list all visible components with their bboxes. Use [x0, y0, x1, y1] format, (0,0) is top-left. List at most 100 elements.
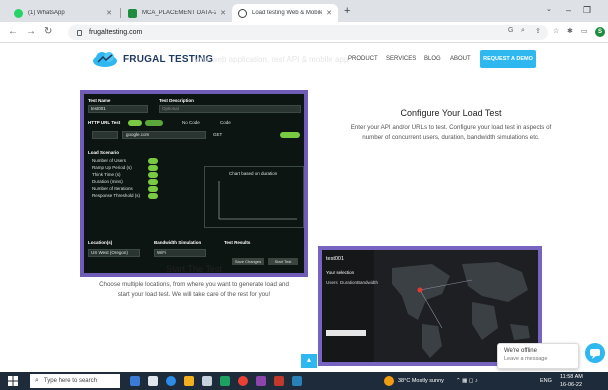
url-text: frugaltesting.com [89, 29, 143, 36]
store-icon[interactable] [202, 376, 212, 386]
column-bandwidth: Bandwidth [357, 280, 379, 285]
method-value: GET [213, 132, 223, 137]
address-bar[interactable]: frugaltesting.com [68, 25, 548, 40]
tab-title: Load testing Web & Mobile app [252, 10, 323, 16]
taskbar-search[interactable]: ⌕ Type here to search [30, 374, 120, 388]
column-users: Users [326, 280, 338, 285]
app-icon[interactable] [256, 376, 266, 386]
globe-icon [238, 8, 247, 18]
load-chart-preview: Chart based on duration [204, 166, 304, 228]
description-line: start your load test. We will take care … [117, 291, 271, 298]
language-indicator[interactable]: ENG [540, 378, 552, 384]
extensions-icon[interactable]: ✱ [567, 27, 573, 35]
minimize-icon[interactable]: – [566, 5, 571, 15]
task-view-icon[interactable] [130, 376, 140, 386]
zoom-icon[interactable]: ⌕ [521, 27, 525, 35]
description-line: Choose multiple locations, from where yo… [99, 281, 289, 288]
close-icon[interactable]: ✕ [106, 9, 112, 17]
results-label: Test Results [224, 240, 251, 245]
bookmark-star-icon[interactable]: ☆ [553, 27, 559, 35]
nav-item-about[interactable]: ABOUT [450, 56, 471, 62]
browser-tab-strip: (1) WhatsApp ✕ MCA_PLACEMENT DATA-2022-2… [0, 0, 608, 22]
load-value-pill [148, 193, 158, 199]
weather-icon [384, 376, 394, 386]
translate-icon[interactable]: G [508, 27, 513, 34]
close-icon[interactable]: ✕ [326, 9, 332, 17]
method-select [92, 131, 118, 139]
tab-frugal-testing[interactable]: Load testing Web & Mobile app ✕ [232, 4, 338, 22]
folder-icon[interactable] [184, 376, 194, 386]
dashboard-preview: Test Name Test Description test001 Optio… [84, 94, 304, 273]
hero-ghost-text: your web application, rest API & mobile … [194, 55, 349, 64]
clock-time[interactable]: 11:58 AM [560, 374, 583, 380]
request-demo-button[interactable]: REQUEST A DEMO [480, 50, 536, 68]
file-explorer-icon[interactable] [148, 376, 158, 386]
bandwidth-label: Bandwidth Simulation [154, 240, 202, 245]
load-row: Number of Iterations [92, 186, 133, 191]
sheets-icon [128, 8, 137, 18]
bandwidth-value: WiFi [157, 250, 166, 255]
forward-icon[interactable]: → [26, 26, 36, 37]
maximize-icon[interactable]: ❐ [583, 5, 591, 16]
new-tab-button[interactable]: + [344, 5, 350, 17]
load-row: Ramp Up Period (s) [92, 165, 132, 170]
description-line: number of concurrent users, duration, ba… [362, 134, 540, 141]
tab-search-icon[interactable]: ⌄ [546, 5, 552, 13]
share-icon[interactable]: ⇪ [535, 27, 541, 35]
nav-item-blog[interactable]: BLOG [424, 56, 441, 62]
toggle-pill [145, 120, 163, 126]
clock-date[interactable]: 16-06-22 [560, 382, 582, 388]
progress-bar [326, 330, 366, 336]
test-name-label: Test Name [88, 98, 111, 103]
start-test-description: Choose multiple locations, from where yo… [78, 280, 310, 300]
app-icon[interactable] [274, 376, 284, 386]
site-header: FRUGAL TESTING your web application, res… [0, 43, 608, 77]
search-icon: ⌕ [35, 377, 39, 384]
chat-bubble-icon[interactable] [585, 343, 605, 363]
windows-taskbar: ⌕ Type here to search 38°C Mostly sunny … [0, 372, 608, 390]
cloud-logo-icon [93, 52, 117, 67]
map-side-panel: test001 Your selection Users Duration Ba… [322, 250, 378, 362]
close-icon[interactable]: ✕ [220, 9, 226, 17]
configure-description: Enter your API and/or URLs to test. Conf… [310, 123, 592, 143]
profile-avatar[interactable]: S [595, 27, 605, 37]
location-value: US West (Oregon) [91, 250, 128, 255]
tab-whatsapp[interactable]: (1) WhatsApp ✕ [8, 4, 118, 22]
chat-status: We're offline [504, 348, 537, 354]
test-name-value: test001 [91, 106, 106, 111]
weather-text[interactable]: 38°C Mostly sunny [398, 378, 444, 384]
whatsapp-icon [14, 8, 23, 18]
description-field [159, 105, 301, 113]
excel-icon[interactable] [220, 376, 230, 386]
http-label: HTTP URL Test [88, 120, 121, 125]
tab-sheets[interactable]: MCA_PLACEMENT DATA-2022-2 ✕ [122, 4, 232, 22]
system-tray-icons[interactable]: ⌃ ▦ ◻ ♪ [456, 378, 478, 384]
search-placeholder: Type here to search [43, 378, 97, 384]
lock-icon [77, 29, 82, 36]
description-line: Enter your API and/or URLs to test. Conf… [350, 124, 552, 131]
nav-item-product[interactable]: PRODUCT [348, 56, 378, 62]
load-value-pill [148, 186, 158, 192]
url-value: google.com [126, 132, 150, 137]
reload-icon[interactable]: ↻ [44, 26, 52, 37]
load-value-pill [148, 172, 158, 178]
selection-label: Your selection [326, 270, 355, 275]
chat-prompt: Leave a message [504, 356, 548, 362]
chrome-icon[interactable] [238, 376, 248, 386]
description-label: Test Description [159, 98, 194, 103]
verify-pill [280, 132, 300, 138]
chat-widget-card[interactable]: We're offline Leave a message [497, 343, 579, 369]
tab-title: (1) WhatsApp [28, 10, 65, 16]
load-row: Duration (mins) [92, 179, 123, 184]
load-value-pill [148, 179, 158, 185]
edge-icon[interactable] [166, 376, 176, 386]
scroll-to-top-button[interactable]: ▲ [301, 354, 317, 368]
code-option: Code [220, 120, 231, 125]
load-value-pill [148, 158, 158, 164]
load-row: Response Threshold (s) [92, 193, 140, 198]
sidebar-icon[interactable]: ▭ [581, 27, 588, 35]
nav-item-services[interactable]: SERVICES [386, 56, 416, 62]
windows-start-icon[interactable] [8, 376, 18, 386]
app-icon[interactable] [292, 376, 302, 386]
back-icon[interactable]: ← [8, 26, 18, 37]
